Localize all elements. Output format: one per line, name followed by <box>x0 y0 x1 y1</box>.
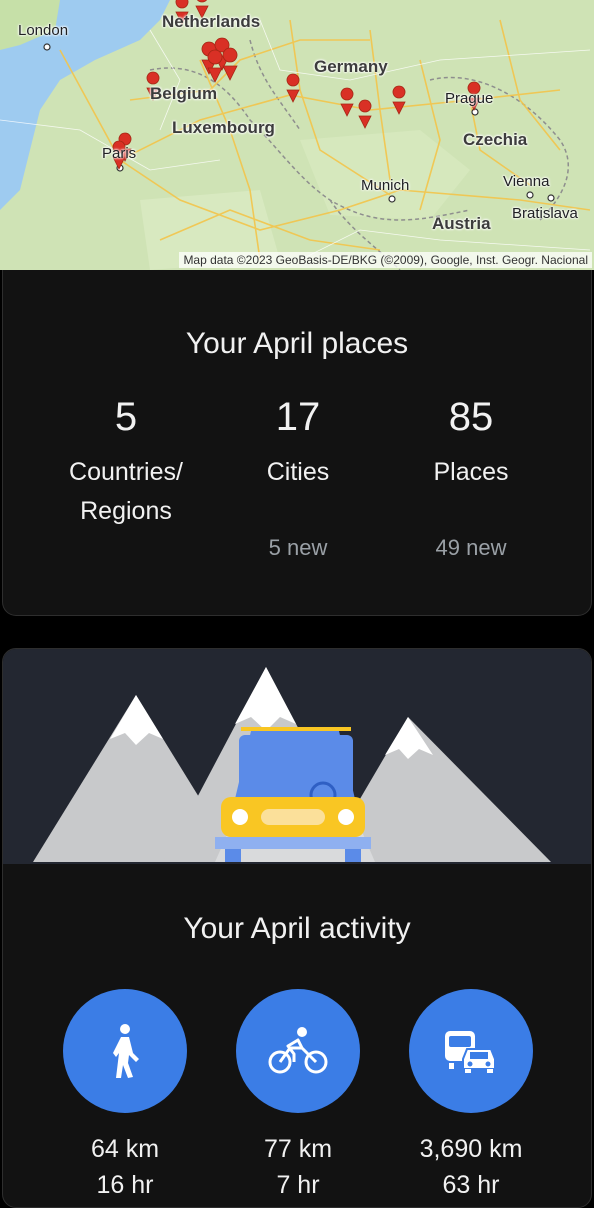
stat-value: 5 <box>114 395 138 439</box>
driving-distance: 3,690 km <box>419 1135 523 1163</box>
stat-label: Places <box>433 458 509 486</box>
cycling-distance: 77 km <box>263 1135 333 1163</box>
map-label-netherlands: Netherlands <box>162 12 261 31</box>
stat-value: 85 <box>448 395 494 439</box>
walking-circle[interactable] <box>63 989 187 1113</box>
map-label-bratislava: Bratislava <box>512 205 578 222</box>
driving-circle[interactable] <box>409 989 533 1113</box>
driving-time: 63 hr <box>442 1171 500 1199</box>
map-label-germany: Germany <box>314 57 388 76</box>
activity-cycling[interactable]: 77 km 7 hr <box>218 989 378 1203</box>
mountains-car-illustration <box>33 667 551 862</box>
map-label-luxembourg: Luxembourg <box>172 118 275 137</box>
map-label-austria: Austria <box>432 214 491 233</box>
cycling-time: 7 hr <box>276 1171 320 1199</box>
activity-driving[interactable]: 3,690 km 63 hr <box>391 989 551 1203</box>
walking-time: 16 hr <box>96 1171 154 1199</box>
activity-title: Your April activity <box>183 912 411 945</box>
walking-icon <box>113 1024 139 1078</box>
map-label-prague: Prague <box>445 90 494 107</box>
stat-value: 17 <box>275 395 321 439</box>
walking-distance: 64 km <box>90 1135 160 1163</box>
trip-map[interactable]: London Netherlands Germany Belgium Luxem… <box>0 0 594 270</box>
map-label-munich: Munich <box>361 177 410 194</box>
places-summary-card: Your April places 5 Countries/ Regions 1… <box>2 270 592 616</box>
map-label-czechia: Czechia <box>463 130 528 149</box>
stat-label: Cities <box>266 458 330 486</box>
map-attribution[interactable]: Map data ©2023 GeoBasis-DE/BKG (©2009), … <box>179 252 592 268</box>
map-label-london: London <box>18 22 69 39</box>
activity-illustration <box>3 649 591 864</box>
activity-walking[interactable]: 64 km 16 hr <box>45 989 205 1203</box>
stat-places: 85 Places 49 new <box>381 395 561 585</box>
cycling-icon <box>268 1027 328 1074</box>
driving-transit-icon <box>445 1031 496 1073</box>
stat-label-line2: Regions <box>80 497 172 525</box>
activity-summary-card: Your April activity 64 km 16 hr 77 km 7 … <box>2 648 592 1208</box>
stat-new-count: 5 new <box>268 535 328 560</box>
map-label-vienna: Vienna <box>503 173 550 190</box>
map-label-paris: Paris <box>102 145 137 162</box>
stat-new-count: 49 new <box>435 535 507 560</box>
places-title: Your April places <box>185 327 409 360</box>
stat-label: Countries/ Regions <box>36 453 216 531</box>
stat-label-line1: Countries/ <box>69 458 183 486</box>
map-label-belgium: Belgium <box>150 84 218 103</box>
cycling-circle[interactable] <box>236 989 360 1113</box>
stat-countries: 5 Countries/ Regions <box>36 395 216 531</box>
stat-cities: 17 Cities 5 new <box>208 395 388 585</box>
